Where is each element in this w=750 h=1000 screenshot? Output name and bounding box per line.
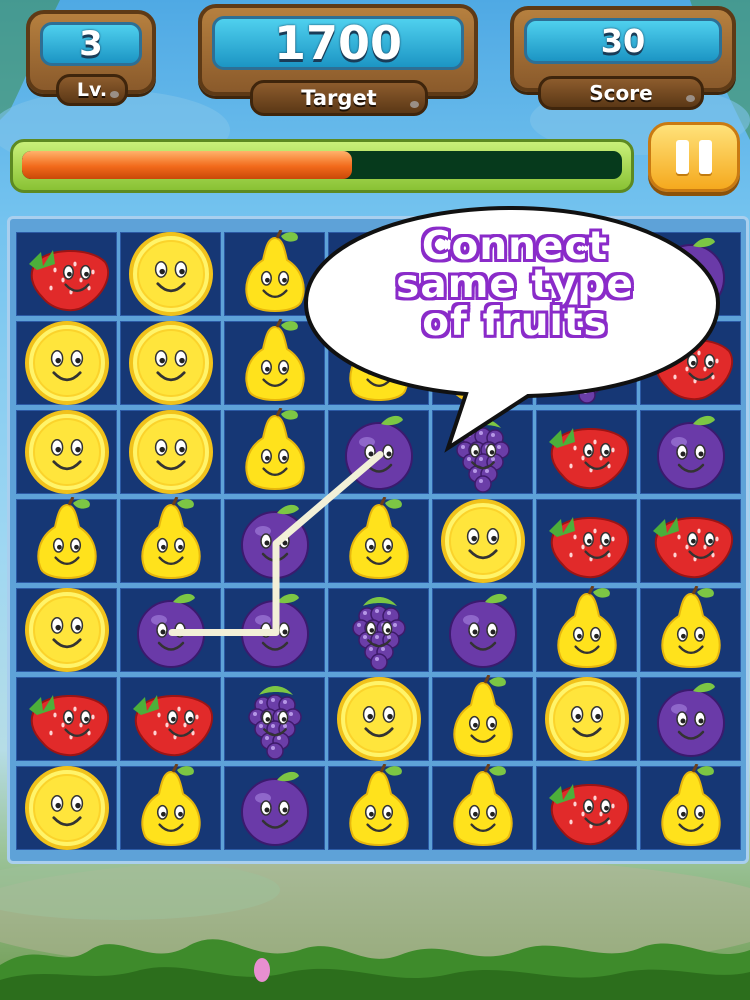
board-cell[interactable] [328,497,429,583]
plum-icon [137,593,205,668]
pear-icon [453,675,513,757]
pear-icon [661,764,721,846]
lemon-icon [129,410,213,494]
score-label: Score [538,76,704,110]
board-cell[interactable] [640,764,741,850]
board-cell[interactable] [224,588,325,672]
board-cell[interactable] [536,766,637,850]
score-progress-bar [10,139,634,193]
score-value: 30 [524,18,722,64]
strawberry-icon [29,695,110,757]
board-cell[interactable] [536,677,637,761]
board-cell[interactable] [640,499,741,583]
board-cell[interactable] [224,766,325,850]
board-cell[interactable] [16,321,117,405]
hint-line-2: same type [396,262,634,307]
board-cell[interactable] [432,588,533,672]
level-value: 3 [40,22,142,66]
board-cell[interactable] [432,499,533,583]
progress-track [22,151,622,179]
progress-fill [22,151,352,179]
board-cell[interactable] [16,588,117,672]
lemon-icon [441,499,525,583]
strawberry-icon [549,517,630,579]
lemon-icon [337,677,421,761]
plum-icon [241,771,309,846]
hint-line-1: Connect [421,224,609,269]
board-cell[interactable] [16,497,117,583]
grass-foreground [0,939,750,1000]
lemon-icon [25,588,109,672]
pear-icon [557,586,617,668]
lemon-icon [25,410,109,494]
board-cell[interactable] [640,586,741,672]
lemon-icon [25,321,109,405]
board-cell[interactable] [16,766,117,850]
lemon-icon [25,766,109,850]
board-cell[interactable] [120,232,221,316]
lemon-icon [129,321,213,405]
pear-icon [453,764,513,846]
board-cell[interactable] [16,410,117,494]
hint-text: Connect same type of fruits [330,224,700,345]
pause-icon-bar [699,140,712,174]
board-cell[interactable] [120,321,221,405]
strawberry-icon [549,784,630,846]
grape-icon [352,597,406,671]
grape-icon [248,686,302,760]
target-value: 1700 [212,16,464,70]
board-cell[interactable] [328,677,429,761]
board-cell[interactable] [120,588,221,672]
board-cell[interactable] [120,410,221,494]
board-cell[interactable] [432,764,533,850]
strawberry-icon [133,695,214,757]
board-cell[interactable] [328,588,429,672]
plum-icon [449,593,517,668]
pause-button[interactable] [648,122,740,192]
board-cell[interactable] [16,677,117,761]
lemon-icon [545,677,629,761]
pear-icon [349,497,409,579]
board-cell[interactable] [16,232,117,316]
board-cell[interactable] [536,499,637,583]
board-cell[interactable] [224,499,325,583]
plum-icon [241,593,309,668]
pear-icon [37,497,97,579]
target-label: Target [250,80,428,116]
board-cell[interactable] [432,675,533,761]
board-cell[interactable] [120,764,221,850]
plum-icon [657,682,725,757]
board-cell[interactable] [536,586,637,672]
level-label: Lv. [56,74,128,106]
plum-icon [241,504,309,579]
board-cell[interactable] [224,677,325,761]
strawberry-icon [29,250,110,312]
hint-line-3: of fruits [422,300,608,345]
pear-icon [141,497,201,579]
board-cell[interactable] [328,764,429,850]
strawberry-icon [653,517,734,579]
pear-icon [349,764,409,846]
pause-icon [676,140,689,174]
pear-icon [141,764,201,846]
board-cell[interactable] [120,497,221,583]
board-cell[interactable] [640,677,741,761]
board-cell[interactable] [120,677,221,761]
pear-icon [661,586,721,668]
lemon-icon [129,232,213,316]
